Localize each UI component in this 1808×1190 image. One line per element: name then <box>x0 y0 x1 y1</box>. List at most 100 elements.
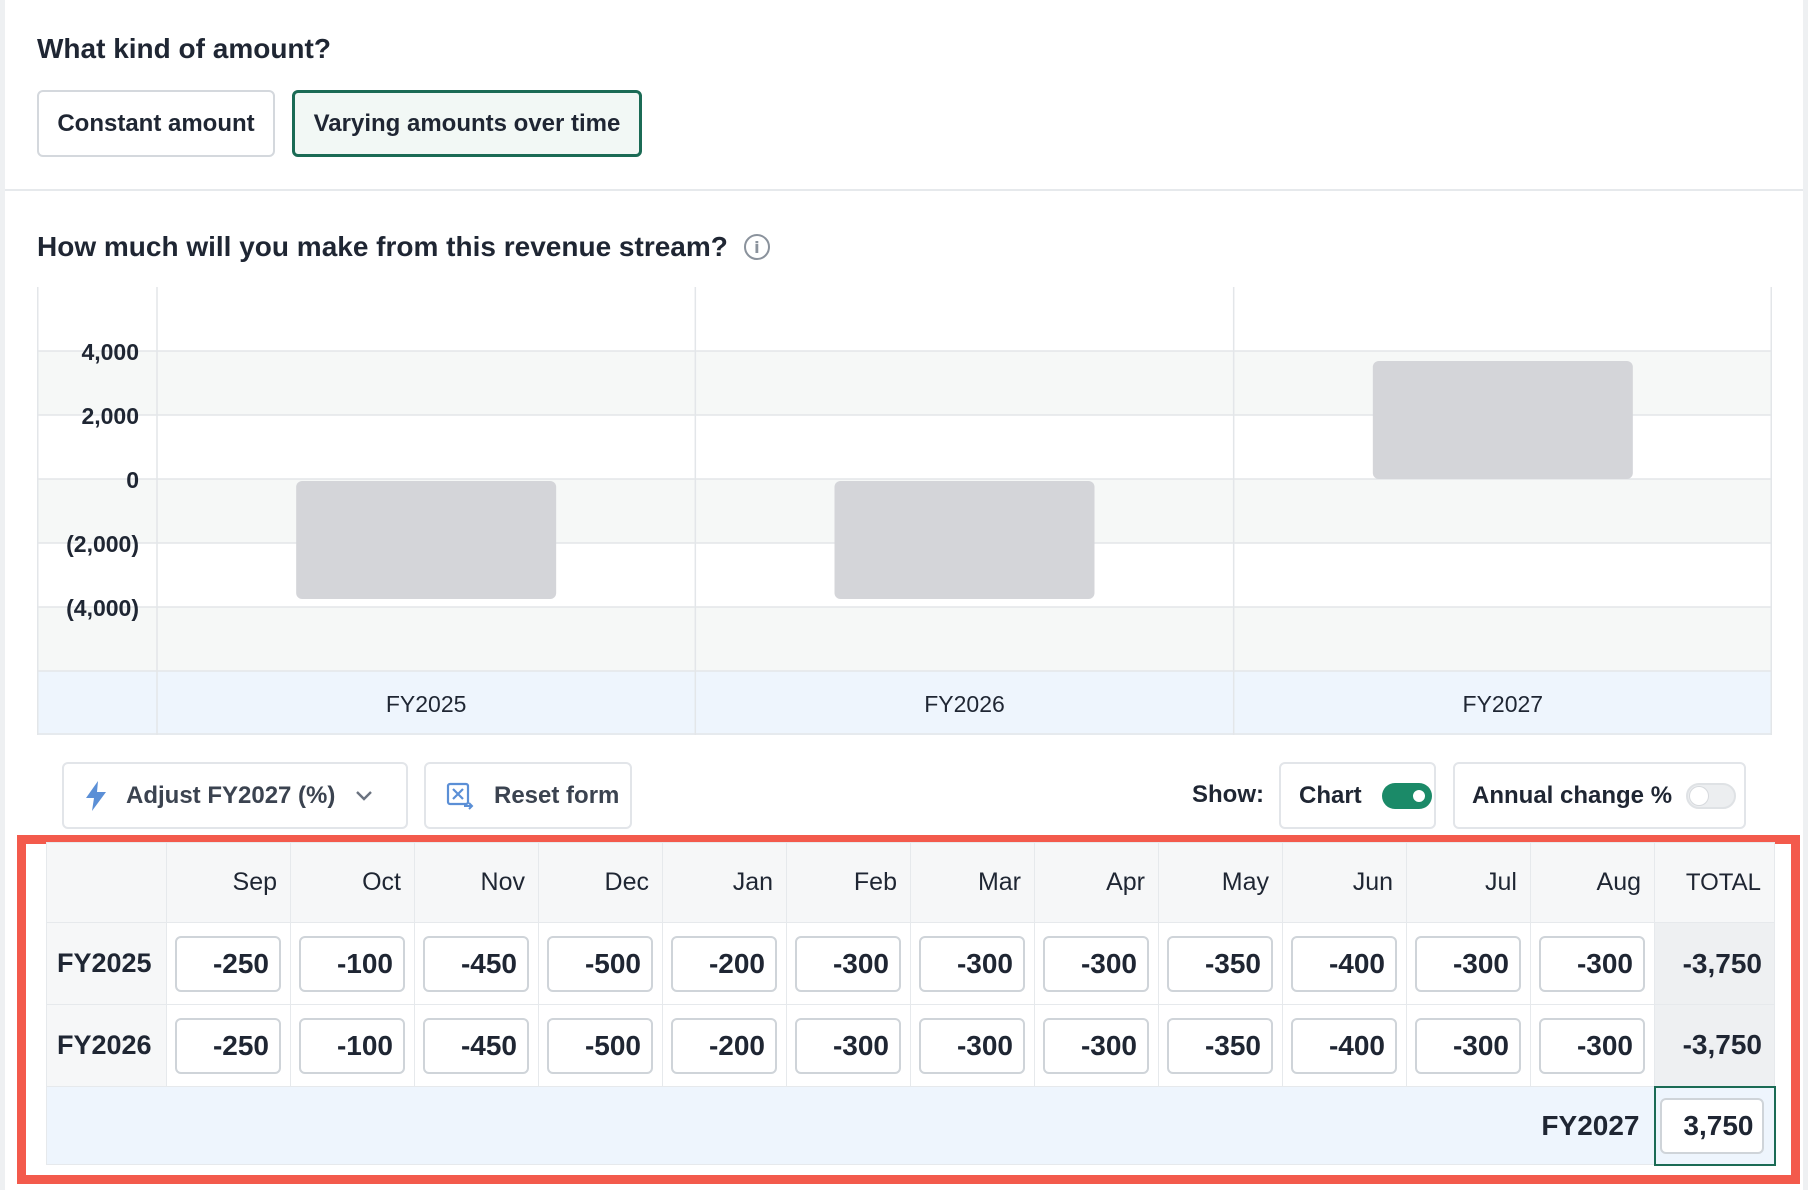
value-cell <box>662 922 787 1005</box>
revenue-chart: 4,000 2,000 0 (2,000) (4,000) FY2025 FY2026 FY2… <box>37 287 1772 735</box>
chevron-down-icon <box>356 790 373 801</box>
month-value-input[interactable] <box>919 1017 1025 1074</box>
reset-form-button[interactable]: Reset form <box>424 762 632 829</box>
month-header-jun: Jun <box>1282 842 1407 923</box>
chart-switch[interactable] <box>1381 782 1432 809</box>
value-cell <box>1530 1004 1655 1087</box>
reset-label: Reset form <box>494 781 620 809</box>
right-frame-border <box>1803 0 1808 1190</box>
x-tick-label: FY2025 <box>386 691 467 717</box>
fy2027-row: FY2027 <box>46 1085 1776 1166</box>
value-cell <box>1282 1004 1407 1087</box>
month-value-input[interactable] <box>1043 935 1149 992</box>
value-cell <box>166 922 291 1005</box>
value-cell <box>1406 922 1531 1005</box>
row-total: -3,750 <box>1654 1004 1775 1087</box>
value-cell <box>1406 1004 1531 1087</box>
value-cell <box>290 922 415 1005</box>
x-tick-label: FY2027 <box>1463 691 1544 717</box>
y-tick-label: (2,000) <box>66 531 139 557</box>
value-cell <box>786 1004 911 1087</box>
row-label: FY2025 <box>46 922 167 1005</box>
month-header-oct: Oct <box>290 842 415 923</box>
monthly-values-table: Sep Oct Nov Dec Jan Feb Mar Apr May Jun Jul Aug TOTA… <box>46 842 1776 1166</box>
chart-toggle-label: Chart <box>1299 781 1362 809</box>
month-header-mar: Mar <box>910 842 1035 923</box>
constant-amount-button[interactable]: Constant amount <box>37 90 275 157</box>
row-label: FY2026 <box>46 1004 167 1087</box>
month-header-row: Sep Oct Nov Dec Jan Feb Mar Apr May Jun Jul Aug TOTA… <box>46 842 1775 923</box>
month-header-aug: Aug <box>1530 842 1655 923</box>
value-cell <box>538 922 663 1005</box>
total-header: TOTAL <box>1654 842 1775 923</box>
month-header-jul: Jul <box>1406 842 1531 923</box>
month-value-input[interactable] <box>919 935 1025 992</box>
value-cell <box>1158 922 1283 1005</box>
annual-change-switch[interactable] <box>1686 782 1737 809</box>
month-value-input[interactable] <box>1415 935 1521 992</box>
chart-band <box>37 607 1772 671</box>
value-cell <box>1034 922 1159 1005</box>
chart-bar-fy2026 <box>834 481 1095 599</box>
revenue-question: How much will you make from this revenue… <box>37 231 770 263</box>
month-value-input[interactable] <box>671 935 777 992</box>
month-value-input[interactable] <box>1415 1017 1521 1074</box>
adjust-label: Adjust FY2027 (%) <box>126 781 336 809</box>
month-value-input[interactable] <box>1291 935 1397 992</box>
month-header-jan: Jan <box>662 842 787 923</box>
month-value-input[interactable] <box>795 935 901 992</box>
month-value-input[interactable] <box>795 1017 901 1074</box>
month-value-input[interactable] <box>671 1017 777 1074</box>
table-row: FY2025 -3,750 <box>46 922 1775 1005</box>
value-cell <box>166 1004 291 1087</box>
adjust-fy2027-dropdown[interactable]: Adjust FY2027 (%) <box>62 762 408 829</box>
month-value-input[interactable] <box>547 1017 653 1074</box>
left-frame-border <box>0 0 5 1190</box>
fy2027-label: FY2027 <box>46 1086 1655 1165</box>
month-header-may: May <box>1158 842 1283 923</box>
month-value-input[interactable] <box>299 1017 405 1074</box>
month-header-sep: Sep <box>166 842 291 923</box>
month-value-input[interactable] <box>423 935 529 992</box>
annual-change-switch-knob <box>1690 786 1709 805</box>
revenue-question-text: How much will you make from this revenue… <box>37 231 728 262</box>
value-cell <box>1034 1004 1159 1087</box>
month-header-nov: Nov <box>414 842 539 923</box>
month-header-feb: Feb <box>786 842 911 923</box>
varying-amounts-button[interactable]: Varying amounts over time <box>292 90 642 157</box>
show-label: Show: <box>1192 781 1264 808</box>
annual-change-label: Annual change % <box>1472 781 1673 809</box>
value-cell <box>786 922 911 1005</box>
chart-bar-fy2027 <box>1372 361 1633 479</box>
month-value-input[interactable] <box>1043 1017 1149 1074</box>
value-cell <box>1158 1004 1283 1087</box>
row-total: -3,750 <box>1654 922 1775 1005</box>
fy2027-total-input[interactable] <box>1659 1097 1764 1154</box>
month-value-input[interactable] <box>423 1017 529 1074</box>
annual-change-toggle[interactable]: Annual change % <box>1453 762 1746 829</box>
reset-icon <box>446 782 474 810</box>
month-value-input[interactable] <box>175 935 281 992</box>
monthly-grid-highlight: Sep Oct Nov Dec Jan Feb Mar Apr May Jun Jul Aug TOTA… <box>17 835 1800 1184</box>
month-value-input[interactable] <box>547 935 653 992</box>
chart-toggle[interactable]: Chart <box>1279 762 1436 829</box>
table-row: FY2026 -3,750 <box>46 1004 1775 1087</box>
x-tick-label: FY2026 <box>924 691 1005 717</box>
info-icon[interactable]: i <box>743 234 770 260</box>
amount-kind-question: What kind of amount? <box>37 33 331 64</box>
lightning-icon <box>86 780 106 811</box>
month-value-input[interactable] <box>299 935 405 992</box>
month-value-input[interactable] <box>1291 1017 1397 1074</box>
section-divider <box>5 189 1803 191</box>
value-cell <box>1530 922 1655 1005</box>
fy2027-total-cell <box>1653 1085 1776 1166</box>
month-value-input[interactable] <box>175 1017 281 1074</box>
chart-switch-knob <box>1409 786 1428 805</box>
month-value-input[interactable] <box>1539 1017 1645 1074</box>
value-cell <box>910 922 1035 1005</box>
month-value-input[interactable] <box>1167 935 1273 992</box>
month-value-input[interactable] <box>1539 935 1645 992</box>
month-value-input[interactable] <box>1167 1017 1273 1074</box>
month-header-dec: Dec <box>538 842 663 923</box>
value-cell <box>1282 922 1407 1005</box>
